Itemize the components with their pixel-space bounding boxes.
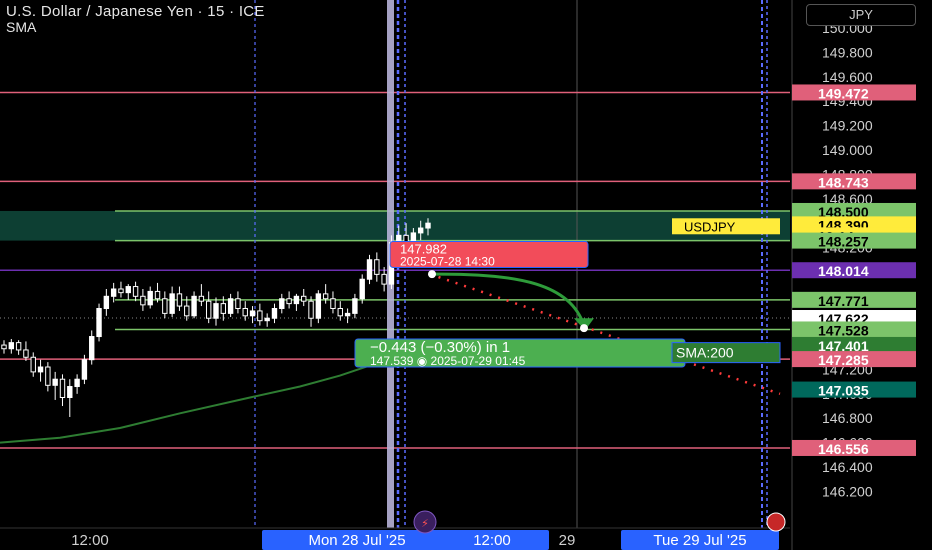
price-tick-label: 146.400 — [822, 459, 873, 475]
candle-body — [205, 300, 212, 319]
projection-dotted-line — [429, 272, 781, 396]
price-tick-label: 149.000 — [822, 142, 873, 158]
candle-body — [257, 310, 263, 322]
chart-title: U.S. Dollar / Japanese Yen · 15 · ICE — [6, 3, 265, 20]
candle-body — [132, 286, 139, 297]
candle-body — [110, 288, 117, 297]
candle-body — [220, 303, 227, 314]
candle-body — [417, 227, 424, 234]
candle-body — [322, 293, 329, 300]
price-label-text: 149.472 — [818, 85, 869, 101]
candle-body — [344, 312, 351, 317]
price-label-text: 147.035 — [818, 383, 869, 399]
candle-body — [1, 344, 7, 350]
lightning-glyph: ⚡ — [421, 517, 429, 530]
entry-time-text: 2025-07-28 14:30 — [400, 254, 495, 268]
price-label-text: 148.743 — [818, 174, 869, 190]
price-tick-label: 146.200 — [822, 483, 873, 499]
target-point-dot[interactable] — [580, 324, 588, 333]
candle-body — [293, 295, 300, 305]
candle-body — [30, 356, 36, 373]
candle-body — [271, 307, 278, 319]
price-label-text: 148.014 — [818, 263, 869, 279]
candle-body — [279, 298, 285, 309]
time-tick-label: Tue 29 Jul '25 — [653, 532, 746, 549]
candle-body — [140, 295, 146, 306]
flag-icon[interactable] — [766, 512, 786, 532]
currency-button[interactable]: JPY — [806, 4, 916, 26]
candle-body — [15, 342, 22, 351]
price-label-text: 147.285 — [818, 352, 869, 368]
candle-body — [213, 303, 219, 319]
candle-body — [96, 307, 102, 338]
price-tick-label: 149.200 — [822, 118, 873, 134]
candle-body — [308, 300, 314, 319]
target-time-text: 147.539 ◉ 2025-07-29 01:45 — [370, 354, 526, 368]
candle-body — [315, 293, 322, 319]
time-tick-label: 12:00 — [473, 532, 511, 549]
time-tick-label: 29 — [559, 532, 576, 549]
candle-body — [37, 366, 44, 373]
candle-body — [118, 288, 124, 294]
candle-body — [330, 298, 336, 309]
candle-body — [89, 336, 95, 361]
consolidation-zone — [0, 210, 790, 241]
candle-body — [162, 298, 168, 314]
candle-body — [154, 290, 161, 300]
candle-body — [103, 295, 110, 309]
candle-body — [352, 298, 358, 314]
candle-body — [45, 366, 51, 386]
candle-body — [8, 342, 15, 350]
candle-body — [264, 317, 270, 322]
indicator-label: SMA — [6, 19, 37, 35]
candle-body — [184, 305, 190, 317]
candle-body — [169, 293, 175, 314]
price-label-text: 146.556 — [818, 441, 869, 457]
candle-body — [147, 290, 153, 306]
symbol-tag-text: USDJPY — [684, 219, 736, 234]
price-label-text: 147.771 — [818, 293, 869, 309]
candle-body — [74, 378, 80, 388]
candle-body — [359, 278, 365, 300]
candle-body — [235, 298, 241, 309]
chart-canvas[interactable]: 147.9822025-07-28 14:30−0.443 (−0.30%) i… — [0, 0, 932, 550]
price-tick-label: 149.600 — [822, 69, 873, 85]
candle-body — [23, 349, 29, 358]
candle-body — [67, 386, 73, 398]
candle-body — [249, 310, 256, 317]
candle-body — [59, 378, 66, 398]
candle-body — [425, 222, 431, 229]
entry-point-dot[interactable] — [428, 270, 436, 279]
candle-body — [198, 295, 205, 302]
candle-body — [286, 298, 292, 305]
candle-body — [191, 295, 197, 317]
candle-body — [81, 359, 88, 380]
candle-body — [374, 259, 380, 275]
candle-body — [242, 307, 248, 317]
candle-body — [301, 295, 307, 302]
candle-body — [366, 259, 373, 280]
time-tick-label: Mon 28 Jul '25 — [308, 532, 405, 549]
candle-body — [381, 273, 387, 285]
candle-body — [52, 378, 58, 386]
price-tick-label: 146.800 — [822, 410, 873, 426]
price-label-text: 148.257 — [818, 234, 869, 250]
time-tick-label: 12:00 — [71, 532, 109, 549]
sma-tag-text: SMA:200 — [676, 345, 734, 361]
candle-body — [176, 293, 183, 307]
price-tick-label: 149.800 — [822, 44, 873, 60]
candle-body — [227, 298, 234, 314]
candle-body — [337, 307, 343, 317]
candle-body — [125, 286, 131, 294]
price-label-text: 147.528 — [818, 322, 869, 338]
